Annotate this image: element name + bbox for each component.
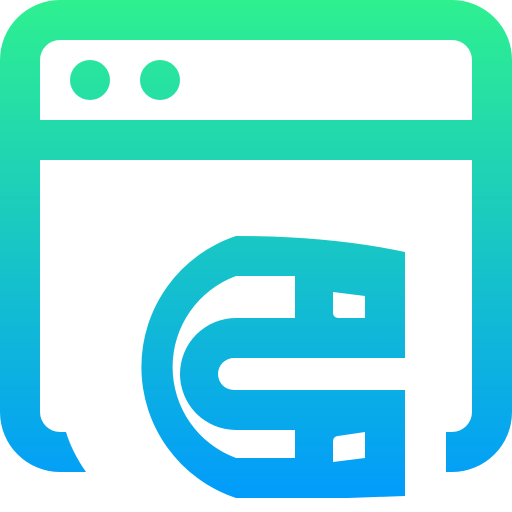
window-dot-icon (140, 60, 180, 100)
magnet-icon (141, 236, 405, 498)
magnet-body (141, 236, 405, 498)
window-dot-icon (70, 60, 110, 100)
browser-magnet-icon (0, 0, 512, 498)
title-bar-divider (40, 120, 472, 160)
icon-canvas (0, 0, 512, 512)
